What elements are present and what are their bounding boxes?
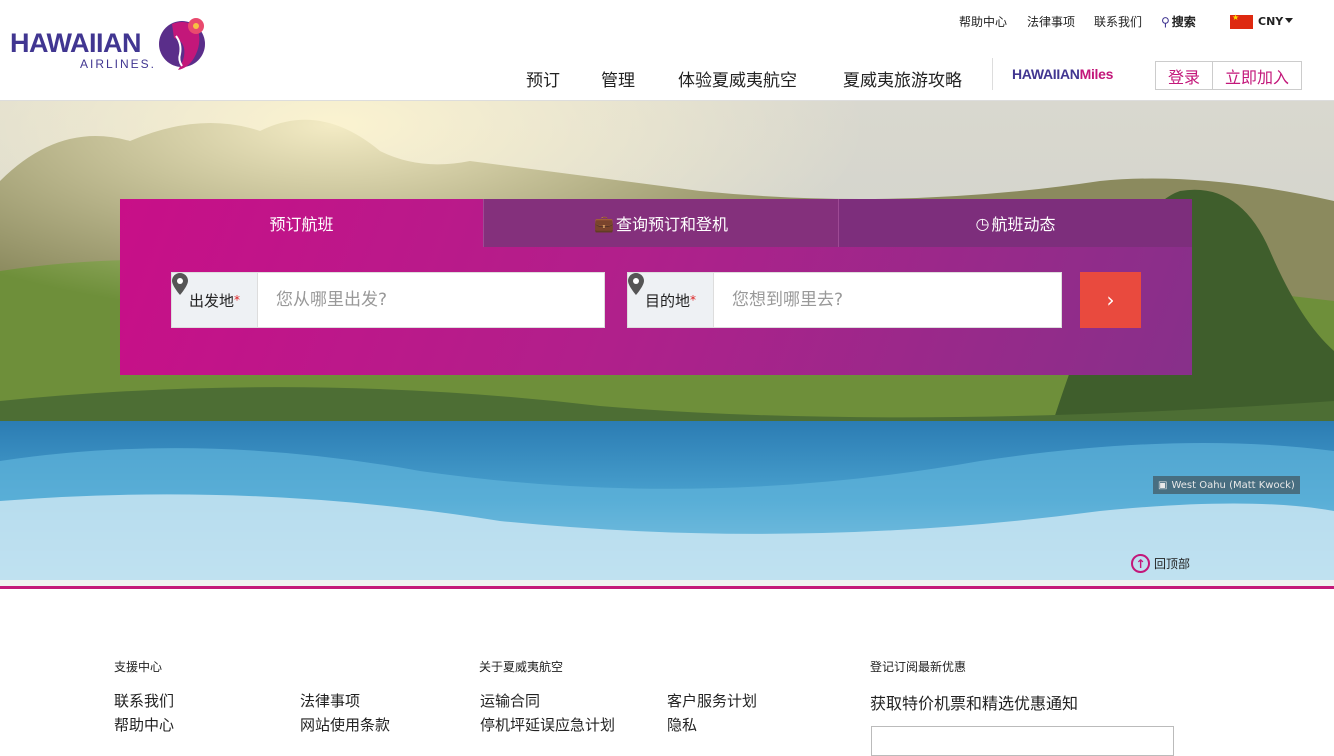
booking-widget: 预订航班 💼查询预订和登机 ◷航班动态 出发地* 目的地* › bbox=[120, 199, 1192, 375]
currency-selector[interactable]: CNY bbox=[1258, 15, 1283, 28]
tab-book-flight[interactable]: 预订航班 bbox=[120, 199, 483, 247]
search-link[interactable]: ⚲ 搜索 bbox=[1161, 13, 1196, 30]
origin-input[interactable] bbox=[258, 273, 564, 327]
auth-buttons: 登录 立即加入 bbox=[1155, 61, 1302, 90]
newsletter-text: 获取特价机票和精选优惠通知 bbox=[870, 694, 1079, 713]
origin-label-text: 出发地 bbox=[188, 291, 234, 310]
login-button[interactable]: 登录 bbox=[1156, 62, 1213, 89]
hawaiianmiles-logo[interactable]: HAWAIIANMiles bbox=[1012, 66, 1113, 82]
tab-manage-checkin[interactable]: 💼 查询预订和登机 bbox=[483, 199, 838, 247]
pualani-logo-icon bbox=[159, 18, 205, 70]
logo-subtitle: AIRLINES. bbox=[80, 57, 157, 71]
destination-field: 目的地 * bbox=[627, 272, 1062, 328]
footer-link-privacy[interactable]: 隐私 bbox=[667, 714, 697, 735]
destination-input[interactable] bbox=[714, 273, 1021, 327]
miles-word-b: Miles bbox=[1079, 66, 1114, 82]
search-label: 搜索 bbox=[1171, 15, 1196, 29]
nav-experience[interactable]: 体验夏威夷航空 bbox=[678, 66, 797, 91]
hero-banner: 预订航班 💼查询预订和登机 ◷航班动态 出发地* 目的地* › bbox=[0, 101, 1334, 580]
search-flights-button[interactable]: › bbox=[1080, 272, 1141, 328]
newsletter-email-input[interactable] bbox=[871, 726, 1174, 756]
nav-travel-guide[interactable]: 夏威夷旅游攻略 bbox=[843, 66, 962, 91]
legal-link[interactable]: 法律事项 bbox=[1027, 13, 1075, 30]
back-to-top-label: 回顶部 bbox=[1154, 557, 1191, 571]
chevron-right-icon: › bbox=[1106, 288, 1115, 312]
contact-link[interactable]: 联系我们 bbox=[1094, 13, 1142, 30]
hawaiian-airlines-logo[interactable]: HAWAIIAN AIRLINES. bbox=[10, 14, 210, 74]
booking-tabs: 预订航班 💼 查询预订和登机 ◷ 航班动态 bbox=[120, 199, 1192, 247]
required-mark: * bbox=[234, 293, 240, 307]
footer-link-contact[interactable]: 联系我们 bbox=[114, 690, 174, 711]
nav-manage[interactable]: 管理 bbox=[601, 66, 635, 91]
arrow-up-icon: ↑ bbox=[1131, 554, 1150, 573]
tab-flight-status[interactable]: ◷ 航班动态 bbox=[838, 199, 1192, 247]
destination-label-text: 目的地 bbox=[644, 291, 690, 310]
photo-credit: ▣ West Oahu (Matt Kwock) bbox=[1153, 476, 1300, 494]
footer-link-contract[interactable]: 运输合同 bbox=[480, 690, 540, 711]
clock-icon: ◷ bbox=[975, 213, 990, 233]
briefcase-icon: 💼 bbox=[594, 213, 614, 233]
footer-link-tarmac[interactable]: 停机坪延误应急计划 bbox=[480, 714, 615, 735]
origin-field: 出发地 * bbox=[171, 272, 605, 328]
chevron-down-icon[interactable] bbox=[1285, 18, 1293, 23]
nav-divider bbox=[992, 58, 993, 90]
help-center-link[interactable]: 帮助中心 bbox=[959, 13, 1007, 30]
footer-link-help[interactable]: 帮助中心 bbox=[114, 714, 174, 735]
support-heading: 支援中心 bbox=[114, 660, 163, 674]
required-mark: * bbox=[690, 293, 696, 307]
footer-link-terms[interactable]: 网站使用条款 bbox=[300, 714, 390, 735]
tab-manage-label: 查询预订和登机 bbox=[615, 215, 728, 234]
miles-word-a: HAWAIIAN bbox=[1012, 66, 1080, 82]
logo-wordmark: HAWAIIAN bbox=[10, 28, 142, 58]
camera-icon: ▣ bbox=[1158, 479, 1168, 491]
tab-status-label: 航班动态 bbox=[991, 215, 1056, 234]
location-pin-icon[interactable] bbox=[172, 273, 604, 327]
subscribe-heading: 登记订阅最新优惠 bbox=[870, 660, 967, 674]
location-pin-icon[interactable] bbox=[628, 273, 1061, 327]
join-button[interactable]: 立即加入 bbox=[1213, 62, 1301, 89]
search-icon: ⚲ bbox=[1161, 15, 1170, 29]
about-heading: 关于夏威夷航空 bbox=[479, 660, 564, 674]
footer-accent-line bbox=[0, 586, 1334, 589]
footer-link-service-plan[interactable]: 客户服务计划 bbox=[667, 690, 757, 711]
site-header: HAWAIIAN AIRLINES. 帮助中心 法律事项 联系我们 ⚲搜索 CN… bbox=[0, 0, 1334, 101]
nav-book[interactable]: 预订 bbox=[526, 66, 560, 91]
china-flag-icon[interactable] bbox=[1230, 13, 1253, 29]
back-to-top-button[interactable]: ↑ 回顶部 bbox=[1131, 554, 1190, 573]
photo-credit-text: West Oahu (Matt Kwock) bbox=[1171, 479, 1295, 491]
footer-link-legal[interactable]: 法律事项 bbox=[300, 690, 360, 711]
